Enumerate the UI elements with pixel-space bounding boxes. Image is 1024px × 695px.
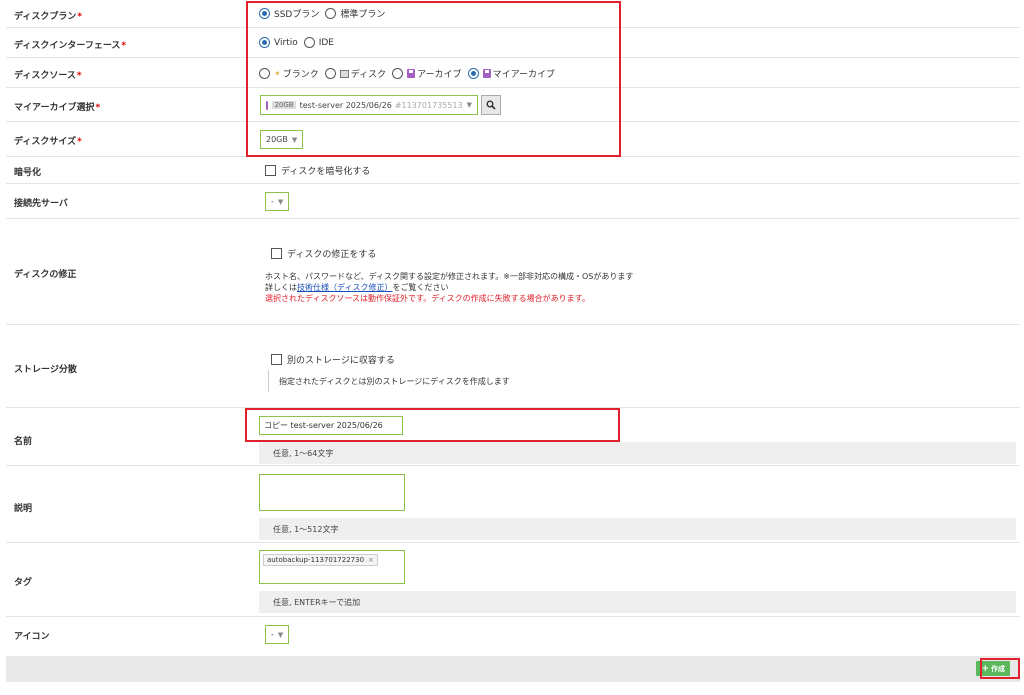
highlight-box-name — [245, 408, 620, 442]
disk-size-label: ディスクサイズ* — [14, 137, 82, 147]
my-archive-label: マイアーカイブ選択* — [14, 103, 101, 113]
close-icon[interactable]: × — [368, 556, 374, 564]
name-label: 名前 — [14, 437, 33, 447]
disk-plan-label: ディスクプラン* — [14, 12, 83, 22]
icon-select[interactable]: - ▼ — [265, 625, 290, 644]
storage-checkbox[interactable] — [271, 354, 282, 365]
footer-bar: + 作成 — [6, 656, 1020, 682]
tags-input[interactable]: autobackup-113701722730 × — [259, 550, 405, 584]
encryption-checkbox[interactable] — [265, 165, 276, 176]
disk-interface-label: ディスクインターフェース* — [14, 41, 127, 51]
chevron-down-icon: ▼ — [277, 197, 284, 206]
tags-hint: 任意, ENTERキーで追加 — [259, 591, 1016, 613]
highlight-box-disk-settings — [246, 1, 621, 157]
row-description: 説明 任意, 1～512文字 — [6, 466, 1020, 543]
highlight-box-create — [980, 658, 1020, 679]
tags-label: タグ — [14, 578, 33, 588]
disk-edit-description: ホスト名、パスワードなど、ディスク関する設定が修正されます。※一部非対応の構成・… — [265, 272, 634, 303]
disk-edit-checkbox[interactable] — [271, 248, 282, 259]
row-connect-server: 接続先サーバ - ▼ — [6, 184, 1020, 219]
row-tags: タグ autobackup-113701722730 × 任意, ENTERキー… — [6, 543, 1020, 617]
row-icon: アイコン - ▼ — [6, 617, 1020, 652]
row-disk-edit: ディスクの修正 ディスクの修正をする ホスト名、パスワードなど、ディスク関する設… — [6, 219, 1020, 325]
row-encryption: 暗号化 ディスクを暗号化する — [6, 157, 1020, 184]
description-textarea[interactable] — [259, 474, 405, 511]
row-storage: ストレージ分散 別のストレージに収容する 指定されたディスクとは別のストレージに… — [6, 325, 1020, 408]
description-hint: 任意, 1～512文字 — [259, 518, 1016, 540]
description-label: 説明 — [14, 504, 33, 514]
tech-spec-link[interactable]: 技術仕様（ディスク修正） — [297, 283, 392, 292]
chevron-down-icon: ▼ — [277, 630, 284, 639]
icon-label: アイコン — [14, 632, 50, 642]
name-hint: 任意, 1～64文字 — [259, 442, 1016, 464]
disk-edit-label: ディスクの修正 — [14, 270, 77, 280]
disk-source-label: ディスクソース* — [14, 71, 82, 81]
connect-server-label: 接続先サーバ — [14, 199, 68, 209]
tag-chip: autobackup-113701722730 × — [263, 554, 378, 566]
encryption-label: 暗号化 — [14, 168, 42, 178]
storage-note: 指定されたディスクとは別のストレージにディスクを作成します — [268, 370, 510, 392]
connect-server-select[interactable]: - ▼ — [265, 192, 290, 211]
warning-text: 選択されたディスクソースは動作保証外です。ディスクの作成に失敗する場合があります… — [265, 294, 590, 303]
storage-label: ストレージ分散 — [14, 365, 77, 375]
